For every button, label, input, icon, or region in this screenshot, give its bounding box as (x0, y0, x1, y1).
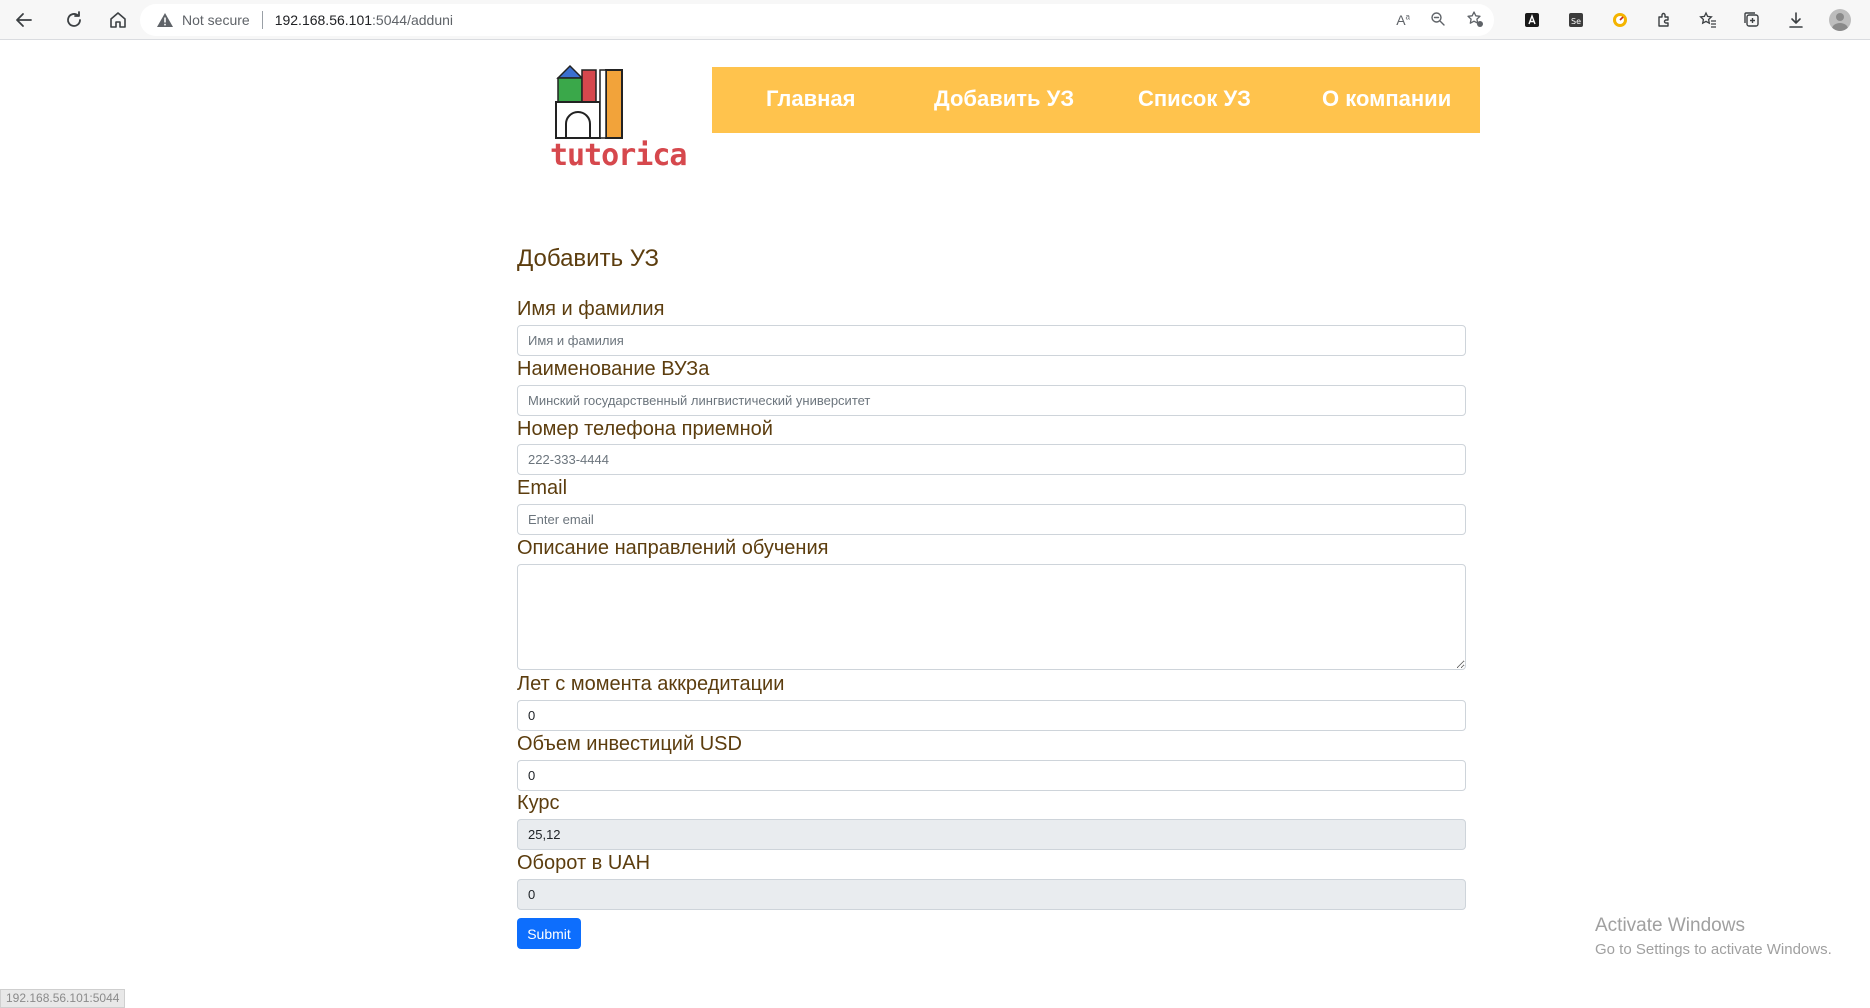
email-input[interactable] (517, 504, 1466, 535)
rate-input (517, 819, 1466, 850)
phone-input[interactable] (517, 444, 1466, 475)
favorite-add-icon[interactable] (1466, 10, 1484, 31)
turnover-input (517, 879, 1466, 910)
extension-a-icon[interactable] (1514, 5, 1550, 35)
name-input[interactable] (517, 325, 1466, 356)
activate-windows-subtitle: Go to Settings to activate Windows. (1595, 941, 1832, 958)
investment-input[interactable] (517, 760, 1466, 791)
back-icon[interactable] (6, 5, 42, 35)
nav-home[interactable]: Главная (766, 86, 855, 112)
warning-icon (157, 13, 173, 27)
url-host: 192.168.56.101 (274, 12, 373, 28)
university-input[interactable] (517, 385, 1466, 416)
logo-text: tutorica (550, 138, 687, 173)
read-aloud-icon[interactable]: Aa (1396, 12, 1410, 28)
description-label: Описание направлений обучения (517, 537, 829, 559)
collections-icon[interactable] (1734, 5, 1770, 35)
activate-windows-title: Activate Windows (1595, 915, 1745, 936)
extensions-puzzle-icon[interactable] (1646, 5, 1682, 35)
submit-button[interactable]: Submit (517, 918, 581, 949)
main-nav: Главная Добавить УЗ Список УЗ О компании (712, 67, 1480, 133)
download-icon[interactable] (1778, 5, 1814, 35)
svg-text:Se: Se (1571, 17, 1581, 26)
home-icon[interactable] (100, 5, 136, 35)
not-secure-label: Not secure (182, 12, 250, 28)
address-bar[interactable]: Not secure 192.168.56.101 :5044/adduni A… (140, 4, 1494, 36)
nav-add-institution[interactable]: Добавить УЗ (934, 86, 1074, 112)
email-label: Email (517, 477, 568, 499)
favorites-icon[interactable] (1690, 5, 1726, 35)
browser-toolbar: Not secure 192.168.56.101 :5044/adduni A… (0, 0, 1870, 40)
url-path: :5044/adduni (372, 12, 453, 28)
profile-avatar[interactable] (1822, 5, 1858, 35)
years-label: Лет с момента аккредитации (517, 673, 785, 695)
zoom-icon[interactable] (1430, 11, 1446, 30)
extension-gauge-icon[interactable] (1602, 5, 1638, 35)
turnover-label: Оборот в UAH (517, 852, 651, 874)
description-textarea[interactable] (517, 564, 1466, 670)
page-title: Добавить УЗ (517, 245, 659, 272)
status-bar-url: 192.168.56.101:5044 (0, 989, 126, 1008)
phone-label: Номер телефона приемной (517, 418, 773, 440)
investment-label: Объем инвестиций USD (517, 733, 742, 755)
reload-icon[interactable] (56, 5, 92, 35)
university-label: Наименование ВУЗа (517, 358, 710, 380)
name-label: Имя и фамилия (517, 298, 665, 320)
nav-about[interactable]: О компании (1322, 86, 1451, 112)
address-separator (261, 11, 263, 29)
rate-label: Курс (517, 792, 560, 814)
years-input[interactable] (517, 700, 1466, 731)
extension-se-icon[interactable]: Se (1558, 5, 1594, 35)
nav-institution-list[interactable]: Список УЗ (1138, 86, 1251, 112)
